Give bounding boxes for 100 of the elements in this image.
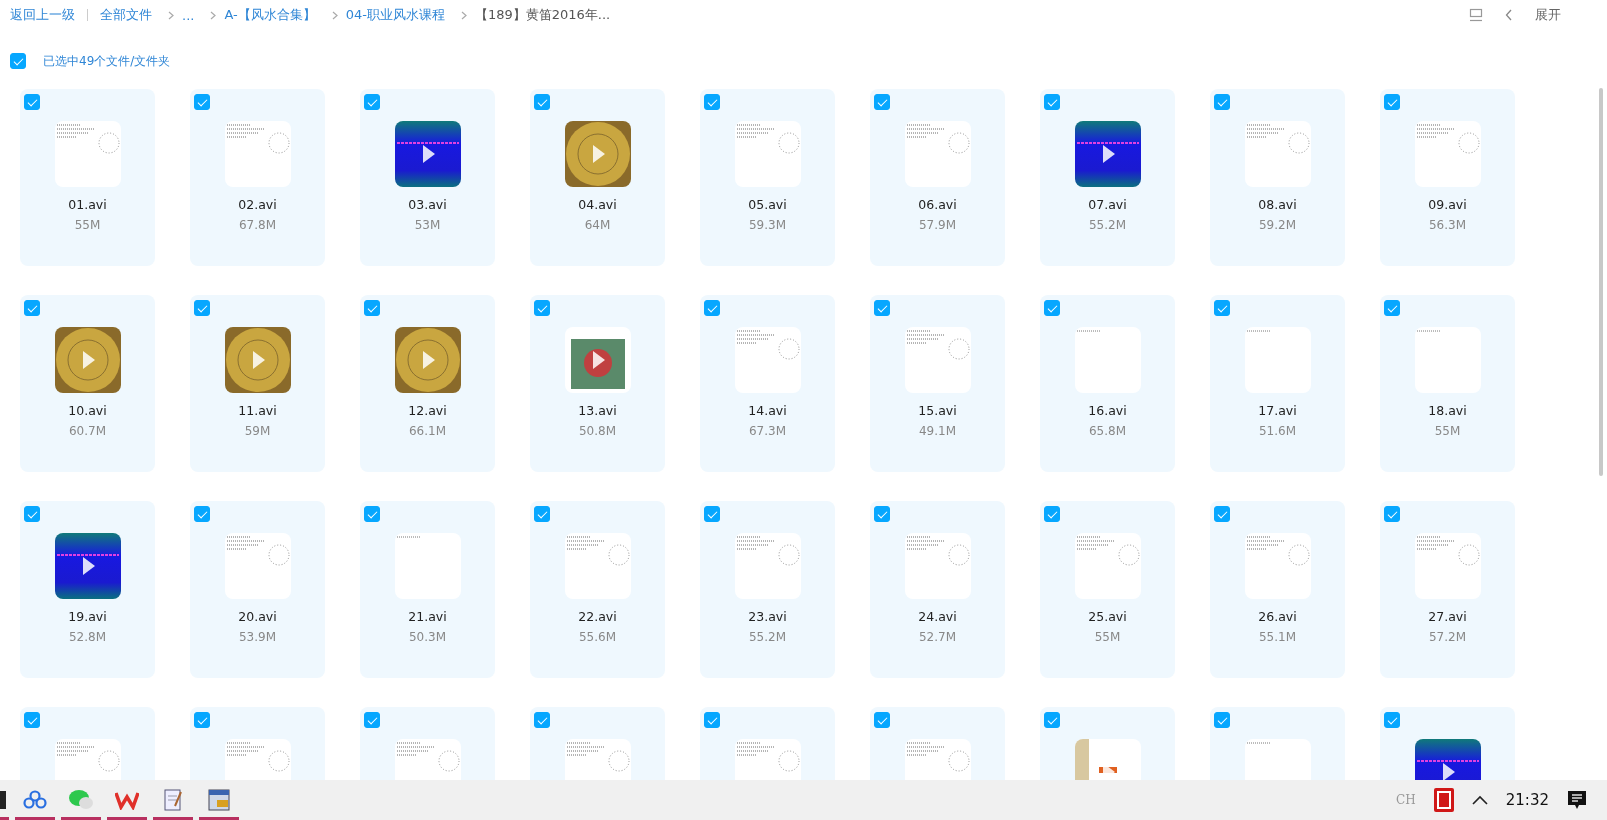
file-card[interactable]: 08.avi 59.2M: [1210, 89, 1345, 266]
video-thumbnail: [394, 121, 461, 187]
file-size: 57.2M: [1428, 630, 1467, 644]
video-thumbnail: [904, 121, 971, 187]
file-checkbox[interactable]: [24, 506, 40, 522]
file-checkbox[interactable]: [1044, 94, 1060, 110]
file-card[interactable]: 11.avi 59M: [190, 295, 325, 472]
file-checkbox[interactable]: [1384, 712, 1400, 728]
file-card[interactable]: 13.avi 50.8M: [530, 295, 665, 472]
file-checkbox[interactable]: [194, 712, 210, 728]
file-checkbox[interactable]: [1044, 506, 1060, 522]
file-checkbox[interactable]: [1214, 506, 1230, 522]
file-card[interactable]: 14.avi 67.3M: [700, 295, 835, 472]
file-checkbox[interactable]: [704, 712, 720, 728]
chevron-right-icon: [210, 10, 217, 20]
file-card[interactable]: 18.avi 55M: [1380, 295, 1515, 472]
file-card[interactable]: 03.avi 53M: [360, 89, 495, 266]
file-checkbox[interactable]: [534, 94, 550, 110]
file-card[interactable]: 23.avi 55.2M: [700, 501, 835, 678]
file-checkbox[interactable]: [534, 712, 550, 728]
input-method-icon[interactable]: [1433, 788, 1454, 812]
file-checkbox[interactable]: [874, 712, 890, 728]
file-checkbox[interactable]: [24, 300, 40, 316]
file-size: 65.8M: [1088, 424, 1127, 438]
list-view-icon[interactable]: [1469, 8, 1483, 22]
file-checkbox[interactable]: [704, 506, 720, 522]
file-checkbox[interactable]: [194, 300, 210, 316]
video-thumbnail: [394, 533, 461, 599]
file-card[interactable]: 20.avi 53.9M: [190, 501, 325, 678]
file-checkbox[interactable]: [364, 94, 380, 110]
video-thumbnail: [734, 121, 801, 187]
file-card[interactable]: 05.avi 59.3M: [700, 89, 835, 266]
file-card[interactable]: 22.avi 55.6M: [530, 501, 665, 678]
file-name: 04.avi: [578, 197, 617, 212]
file-card[interactable]: 19.avi 52.8M: [20, 501, 155, 678]
file-card[interactable]: 27.avi 57.2M: [1380, 501, 1515, 678]
breadcrumb-link[interactable]: 04-职业风水课程: [345, 6, 445, 24]
file-checkbox[interactable]: [1384, 94, 1400, 110]
file-checkbox[interactable]: [704, 300, 720, 316]
file-checkbox[interactable]: [534, 300, 550, 316]
file-checkbox[interactable]: [194, 94, 210, 110]
file-size: 59M: [244, 424, 271, 438]
file-checkbox[interactable]: [1044, 300, 1060, 316]
file-checkbox[interactable]: [194, 506, 210, 522]
file-card[interactable]: 24.avi 52.7M: [870, 501, 1005, 678]
back-link[interactable]: 返回上一级: [10, 6, 75, 24]
file-checkbox[interactable]: [1214, 94, 1230, 110]
file-checkbox[interactable]: [1214, 712, 1230, 728]
breadcrumb-link[interactable]: 【189】黄笛2016年...: [474, 6, 611, 24]
breadcrumb-link[interactable]: ...: [182, 7, 195, 23]
expand-button[interactable]: 展开: [1535, 6, 1561, 24]
notification-icon[interactable]: [1567, 790, 1587, 810]
caret-up-icon[interactable]: [1471, 795, 1488, 805]
file-size: 52.8M: [68, 630, 107, 644]
file-card[interactable]: 04.avi 64M: [530, 89, 665, 266]
file-checkbox[interactable]: [24, 712, 40, 728]
file-checkbox[interactable]: [1384, 506, 1400, 522]
file-checkbox[interactable]: [704, 94, 720, 110]
file-checkbox[interactable]: [364, 506, 380, 522]
file-card[interactable]: 16.avi 65.8M: [1040, 295, 1175, 472]
breadcrumb-link[interactable]: 全部文件: [100, 6, 152, 24]
file-card[interactable]: 06.avi 57.9M: [870, 89, 1005, 266]
file-size: 66.1M: [408, 424, 447, 438]
select-all-checkbox[interactable]: [10, 53, 26, 69]
file-name: 27.avi: [1428, 609, 1467, 624]
clock-time[interactable]: 21:32: [1505, 791, 1549, 809]
file-checkbox[interactable]: [874, 300, 890, 316]
file-card[interactable]: 02.avi 67.8M: [190, 89, 325, 266]
breadcrumb-link[interactable]: A-【风水合集】: [224, 6, 316, 24]
chevron-right-icon: [331, 10, 338, 20]
video-thumbnail: [1074, 327, 1141, 393]
file-card[interactable]: 26.avi 55.1M: [1210, 501, 1345, 678]
file-name: 18.avi: [1428, 403, 1467, 418]
file-card[interactable]: 25.avi 55M: [1040, 501, 1175, 678]
file-card[interactable]: 12.avi 66.1M: [360, 295, 495, 472]
file-card[interactable]: 01.avi 55M: [20, 89, 155, 266]
file-card[interactable]: 07.avi 55.2M: [1040, 89, 1175, 266]
file-size: 59.3M: [748, 218, 787, 232]
file-checkbox[interactable]: [1214, 300, 1230, 316]
file-size: 55M: [74, 218, 101, 232]
file-checkbox[interactable]: [24, 94, 40, 110]
scrollbar-thumb[interactable]: [1599, 88, 1603, 476]
file-card[interactable]: 10.avi 60.7M: [20, 295, 155, 472]
file-checkbox[interactable]: [874, 506, 890, 522]
file-checkbox[interactable]: [364, 300, 380, 316]
file-size: 53.9M: [238, 630, 277, 644]
file-checkbox[interactable]: [534, 506, 550, 522]
file-name: 16.avi: [1088, 403, 1127, 418]
file-card[interactable]: 21.avi 50.3M: [360, 501, 495, 678]
file-card[interactable]: 17.avi 51.6M: [1210, 295, 1345, 472]
file-card[interactable]: 09.avi 56.3M: [1380, 89, 1515, 266]
file-checkbox[interactable]: [364, 712, 380, 728]
file-name: 10.avi: [68, 403, 107, 418]
file-checkbox[interactable]: [1044, 712, 1060, 728]
file-card[interactable]: 15.avi 49.1M: [870, 295, 1005, 472]
file-name: 05.avi: [748, 197, 787, 212]
file-checkbox[interactable]: [874, 94, 890, 110]
chevron-left-icon[interactable]: [1505, 9, 1513, 21]
file-checkbox[interactable]: [1384, 300, 1400, 316]
video-thumbnail: [1074, 533, 1141, 599]
